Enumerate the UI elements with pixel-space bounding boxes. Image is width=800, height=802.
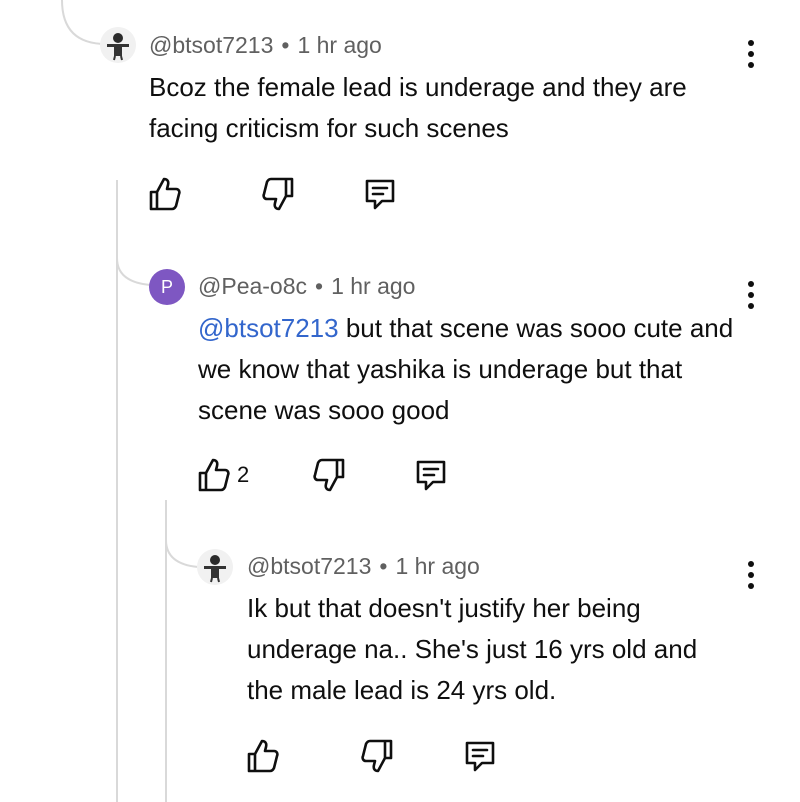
reply-button[interactable] (462, 738, 498, 774)
more-options-button[interactable] (741, 557, 761, 593)
thumbs-up-icon (247, 739, 279, 773)
comment: @btsot7213 • 1 hr ago Ik but that doesn't … (0, 0, 800, 802)
more-vertical-icon-dot (748, 572, 754, 578)
reply-icon (465, 741, 495, 772)
like-button[interactable] (246, 738, 280, 774)
comment-timestamp[interactable]: 1 hr ago (395, 553, 479, 579)
author-name[interactable]: @btsot7213 (247, 553, 371, 579)
avatar-figure-icon (197, 549, 233, 585)
meta-separator: • (379, 553, 388, 579)
comment-meta: @btsot7213 • 1 hr ago (247, 553, 480, 580)
avatar[interactable] (197, 549, 233, 585)
more-vertical-icon-dot (748, 561, 754, 567)
thumbs-down-icon (361, 739, 393, 773)
comment-text: Ik but that doesn't justify her being un… (247, 593, 698, 705)
dislike-button[interactable] (360, 738, 394, 774)
comment-actions (246, 738, 516, 778)
more-vertical-icon-dot (748, 583, 754, 589)
